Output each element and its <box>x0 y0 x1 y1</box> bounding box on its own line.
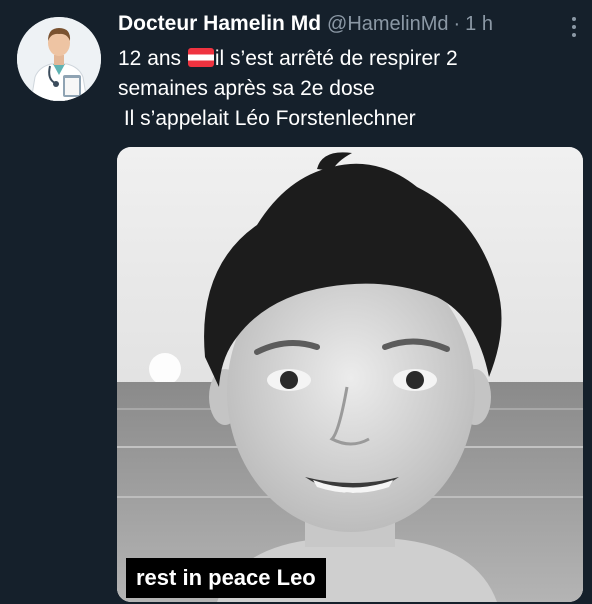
tweet-line-1: 12 ans il s’est arrêté de respirer 2 <box>118 44 578 74</box>
tweet-line-1-start: 12 ans <box>118 47 187 70</box>
more-options-icon[interactable] <box>566 14 582 40</box>
tweet-text: 12 ans il s’est arrêté de respirer 2 sem… <box>118 44 578 134</box>
header-separator: · <box>453 13 461 35</box>
boy-portrait-photo <box>117 147 583 602</box>
austria-flag-emoji <box>187 48 214 67</box>
tweet-timestamp[interactable]: 1 h <box>465 13 493 36</box>
tweet[interactable]: Docteur Hamelin Md @HamelinMd · 1 h 12 a… <box>0 0 592 604</box>
more-dot <box>572 33 576 37</box>
tweet-line-2: semaines après sa 2e dose <box>118 77 375 100</box>
tweet-media-photo[interactable]: rest in peace Leo <box>117 147 583 602</box>
tweet-line-3: Il s’appelait Léo Forstenlechner <box>118 107 416 130</box>
photo-caption: rest in peace Leo <box>126 558 326 598</box>
avatar[interactable] <box>17 17 101 101</box>
more-dot <box>572 17 576 21</box>
tweet-line-1-end: il s’est arrêté de respirer 2 <box>214 47 458 70</box>
author-handle[interactable]: @HamelinMd <box>327 13 448 36</box>
tweet-header: Docteur Hamelin Md @HamelinMd · 1 h <box>118 12 493 42</box>
doctor-avatar-icon <box>17 17 101 101</box>
author-name[interactable]: Docteur Hamelin Md <box>118 12 321 36</box>
more-dot <box>572 25 576 29</box>
